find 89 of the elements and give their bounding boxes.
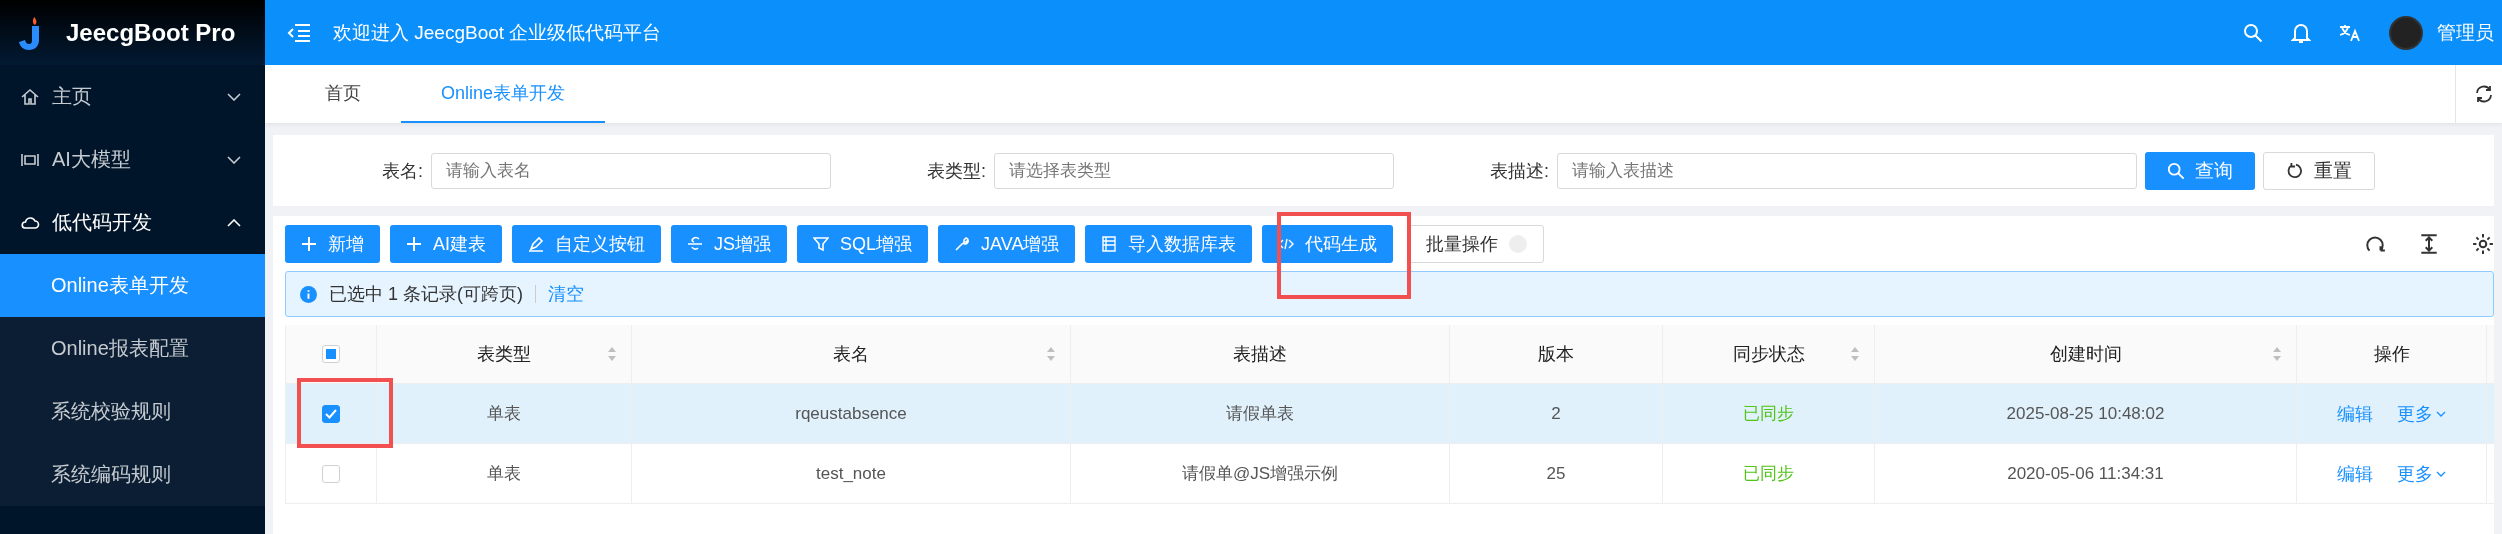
- chevron-down-icon: [2436, 470, 2446, 477]
- table-cell-text: 请假单@JS增强示例: [1181, 463, 1339, 485]
- column-header: 表名: [833, 343, 869, 366]
- reset-icon: [2286, 161, 2304, 180]
- table-cell: 25: [1546, 463, 1566, 484]
- user-name[interactable]: 管理员: [2437, 19, 2494, 46]
- tab[interactable]: 首页: [285, 65, 401, 123]
- sort-icon[interactable]: [1046, 346, 1056, 362]
- menu-icon[interactable]: [287, 22, 311, 43]
- column-header: 创建时间: [2049, 343, 2122, 366]
- wrench-icon: [954, 236, 971, 252]
- field-label: 表描述:: [1489, 159, 1550, 183]
- table-cell: test_note: [816, 463, 886, 484]
- brand-name: JeecgBoot Pro: [66, 18, 236, 47]
- more-link[interactable]: 更多: [2397, 401, 2446, 426]
- filter-icon: [813, 236, 830, 252]
- sync-status: 已同步: [1743, 403, 1794, 425]
- sort-icon[interactable]: [2272, 346, 2282, 362]
- translate-icon[interactable]: [2339, 22, 2361, 43]
- search-icon: [2167, 161, 2185, 180]
- select-all-checkbox[interactable]: [322, 345, 340, 363]
- column-header: 同步状态: [1732, 343, 1805, 366]
- submenu-item[interactable]: Online报表配置: [0, 317, 265, 380]
- table-cell: 2025-08-25 10:48:02: [2006, 403, 2165, 424]
- column-header: 版本: [1538, 343, 1574, 366]
- toolbar-button[interactable]: 批量操作: [1409, 225, 1545, 263]
- toolbar-button[interactable]: 自定义按钮: [512, 225, 661, 263]
- column-header: 表类型: [477, 343, 531, 366]
- welcome-title: 欢迎进入 JeecgBoot 企业级低代码平台: [333, 20, 662, 45]
- column-height-icon[interactable]: [2418, 233, 2440, 255]
- menu-item[interactable]: AI大模型: [0, 128, 265, 191]
- toolbar-button[interactable]: 导入数据库表: [1085, 225, 1253, 263]
- code-icon: [1278, 236, 1295, 252]
- table-cell: 2: [1551, 403, 1561, 424]
- search-field[interactable]: 请输入表名: [431, 152, 831, 189]
- query-button[interactable]: 查询: [2145, 151, 2255, 190]
- edit-link[interactable]: 编辑: [2337, 401, 2373, 426]
- field-label: 表类型:: [926, 159, 987, 183]
- menu-item[interactable]: 低代码开发: [0, 191, 265, 254]
- edit-link[interactable]: 编辑: [2337, 461, 2373, 486]
- submenu-item[interactable]: Online表单开发: [0, 254, 265, 317]
- chevron-up-icon: [227, 218, 241, 227]
- home-icon: [20, 86, 40, 107]
- toolbar-button[interactable]: 代码生成: [1262, 225, 1394, 263]
- table-row[interactable]: 单表 rqeustabsence 请假单表 2 已同步 2025-08-25 10:48:02 编辑 更多: [286, 384, 2494, 444]
- toolbar-button[interactable]: 新增: [285, 225, 380, 263]
- column-header: 表描述: [1233, 343, 1287, 366]
- avatar[interactable]: [2389, 15, 2423, 50]
- pen-icon: [528, 236, 544, 252]
- field-label: 表名:: [381, 159, 424, 183]
- row-checkbox[interactable]: [322, 404, 340, 423]
- table-cell: rqeustabsence: [795, 403, 907, 424]
- submenu-item[interactable]: 系统编码规则: [0, 443, 265, 506]
- column-header: 操作: [2373, 343, 2410, 366]
- search-field[interactable]: 请选择表类型: [994, 152, 1394, 189]
- settings-icon[interactable]: [2472, 233, 2494, 255]
- plus-icon: [301, 236, 317, 252]
- sort-icon[interactable]: [607, 346, 617, 362]
- reset-button[interactable]: 重置: [2263, 151, 2375, 190]
- table-cell-text: 请假单表: [1226, 403, 1294, 425]
- chevron-down-icon: [2436, 410, 2446, 417]
- toolbar-button[interactable]: AI建表: [390, 225, 502, 263]
- clear-link[interactable]: 清空: [548, 282, 584, 306]
- list-icon: [1101, 236, 1118, 252]
- table-cell-text: 单表: [487, 463, 521, 485]
- search-icon[interactable]: [2243, 22, 2263, 43]
- bell-icon[interactable]: [2291, 21, 2311, 44]
- toolbar-button[interactable]: JS增强: [671, 225, 788, 263]
- plus-icon: [406, 236, 422, 252]
- table-cell: 2020-05-06 11:34:31: [2007, 463, 2164, 484]
- tab[interactable]: Online表单开发: [401, 65, 606, 123]
- check-icon: [325, 408, 337, 419]
- sort-icon[interactable]: [1850, 346, 1860, 362]
- strikethrough-icon: [687, 236, 703, 252]
- search-field[interactable]: 请输入表描述: [1557, 152, 2137, 189]
- chevron-down-icon: [227, 155, 241, 164]
- table-cell-text: 单表: [487, 403, 521, 425]
- more-link[interactable]: 更多: [2397, 461, 2446, 486]
- table-row[interactable]: 单表 test_note 请假单@JS增强示例 25 已同步 2020-05-06 11:34:31 编辑 更多: [286, 444, 2494, 504]
- toolbar-button[interactable]: SQL增强: [797, 225, 929, 263]
- row-checkbox[interactable]: [322, 464, 340, 483]
- info-icon: [300, 285, 317, 303]
- sync-status: 已同步: [1743, 463, 1794, 485]
- menu-item[interactable]: 主页: [0, 65, 265, 128]
- refresh-icon[interactable]: [2474, 84, 2494, 104]
- toolbar-button[interactable]: JAVA增强: [938, 225, 1076, 263]
- selection-count: 已选中 1 条记录(可跨页): [329, 283, 523, 306]
- chevron-down-icon: [227, 92, 241, 101]
- submenu-item[interactable]: 系统校验规则: [0, 380, 265, 443]
